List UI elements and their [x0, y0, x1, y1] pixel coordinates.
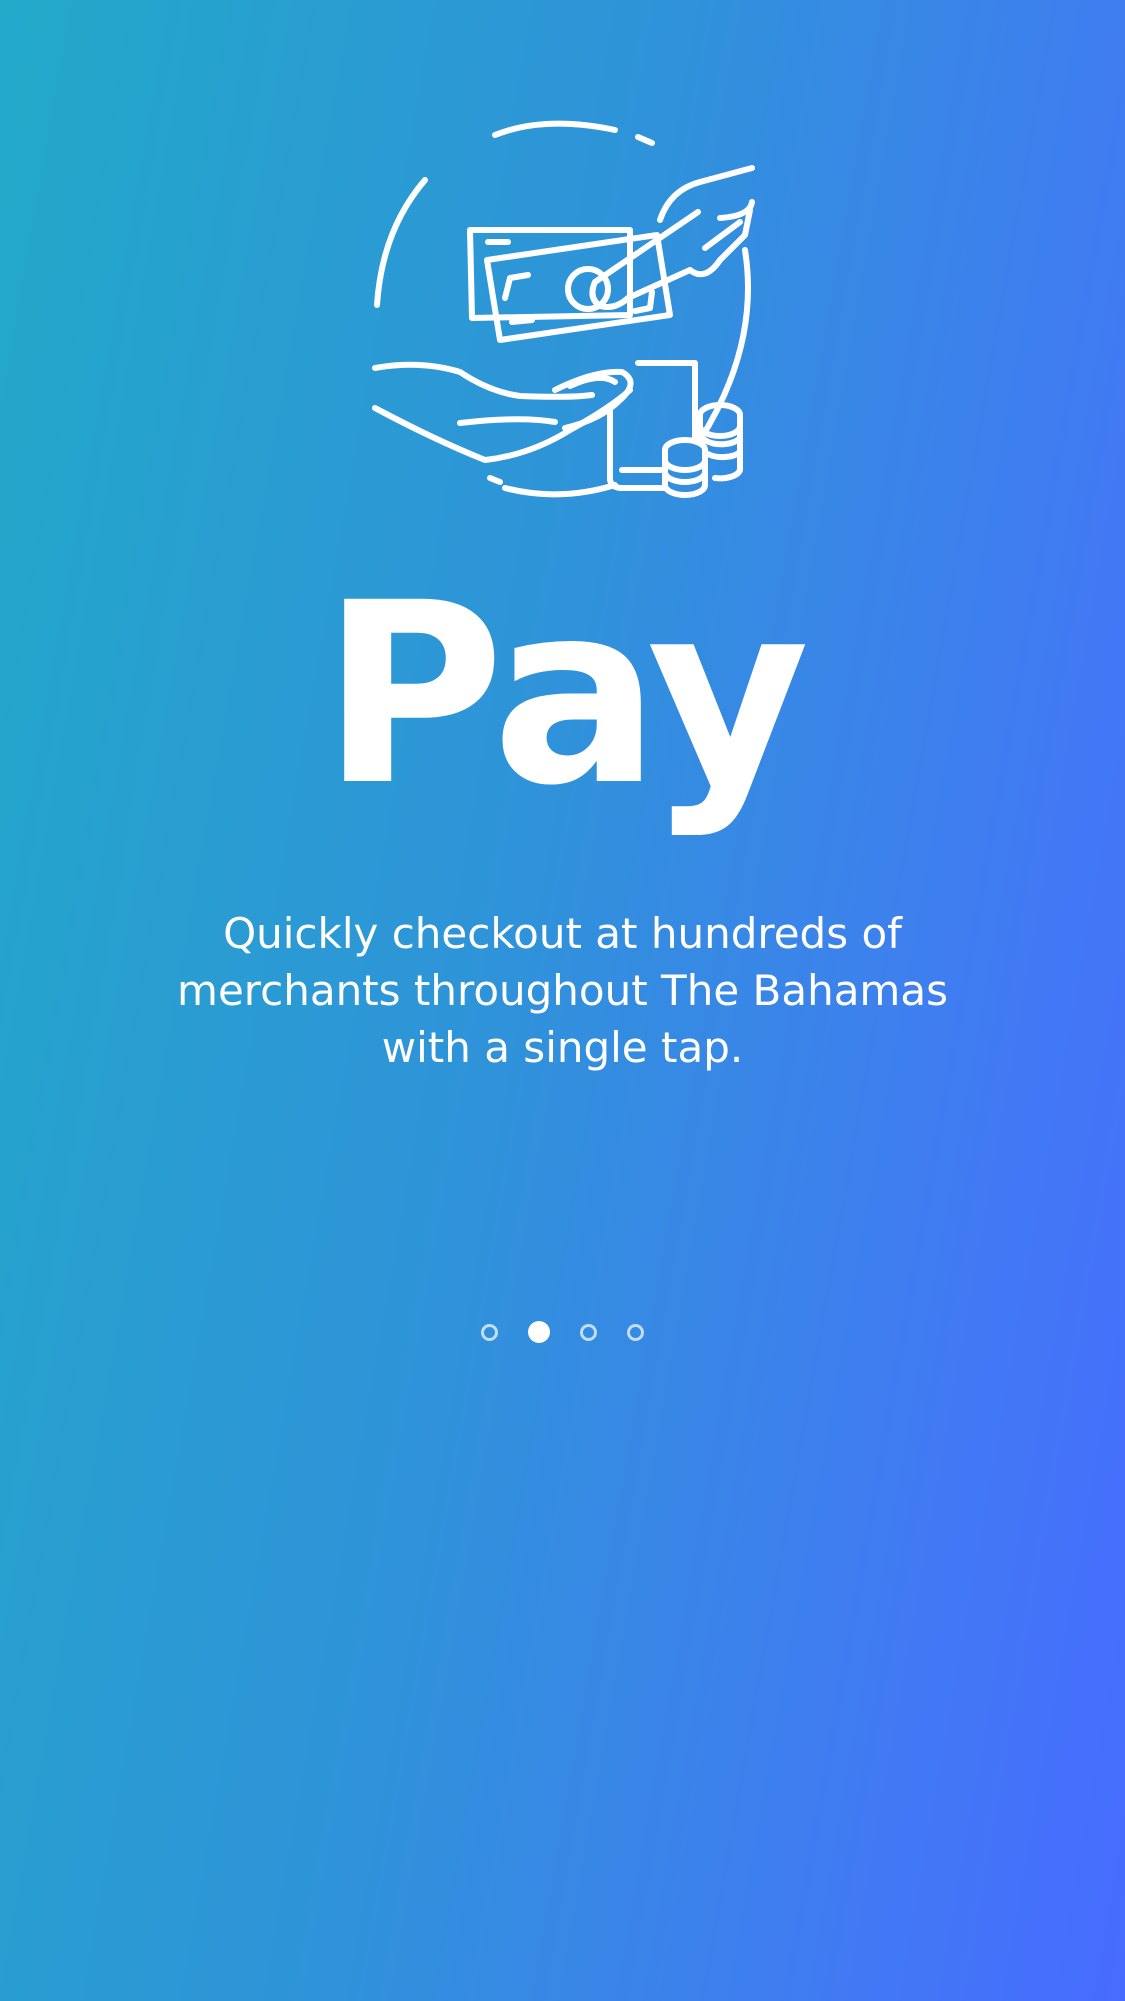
page-dot-3[interactable]	[580, 1323, 597, 1341]
onboarding-screen: Pay Quickly checkout at hundreds of merc…	[0, 0, 1125, 2001]
page-dot-1[interactable]	[481, 1323, 498, 1341]
page-indicator	[0, 1320, 1125, 1344]
hand-giving-cash-coins-icon	[372, 120, 755, 498]
page-dot-2-active[interactable]	[528, 1321, 550, 1343]
page-description: Quickly checkout at hundreds of merchant…	[177, 909, 948, 1072]
payment-illustration	[360, 110, 760, 510]
page-title: Pay	[321, 549, 810, 840]
page-dot-4[interactable]	[627, 1323, 644, 1341]
